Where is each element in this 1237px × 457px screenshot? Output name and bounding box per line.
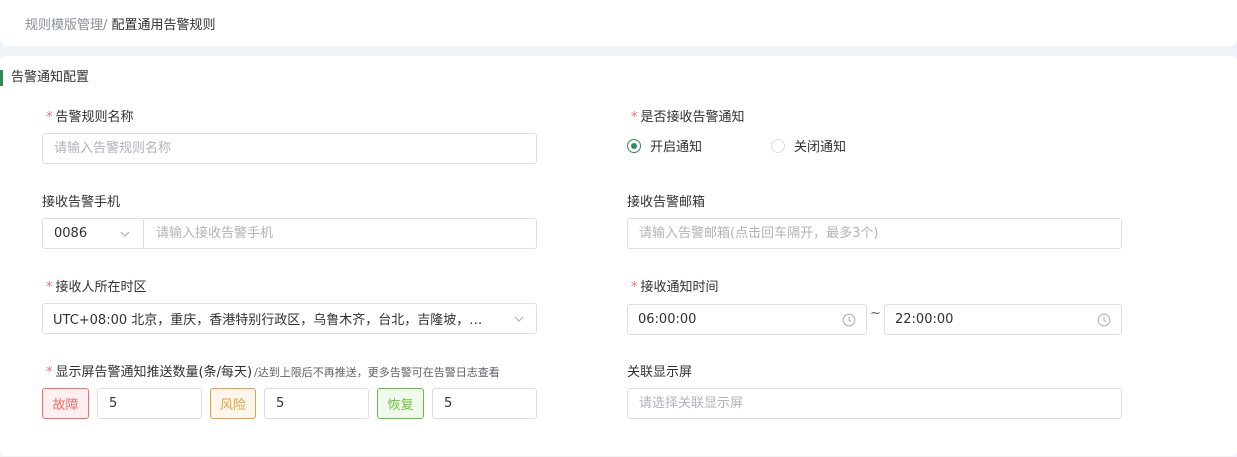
required-mark: * — [46, 365, 53, 380]
required-mark: * — [631, 280, 638, 295]
start-time-picker[interactable]: 06:00:00 — [627, 304, 867, 335]
top-bar: 规则模版管理/ 配置通用告警规则 — [0, 0, 1237, 46]
notify-enable-label: * 是否接收告警通知 — [631, 110, 745, 125]
rule-name-label: * 告警规则名称 — [46, 110, 134, 125]
notify-time-label: * 接收通知时间 — [631, 280, 719, 295]
email-label: 接收告警邮箱 — [627, 195, 706, 210]
email-input[interactable] — [627, 218, 1122, 249]
screen-select[interactable] — [627, 388, 1122, 419]
push-limit-label: * 显示屏告警通知推送数量(条/每天)/达到上限后不再推送，更多告警可在告警日志查… — [46, 365, 500, 380]
clock-icon — [1097, 313, 1111, 326]
recover-count-input[interactable] — [432, 388, 537, 419]
radio-notify-off[interactable]: 关闭通知 — [771, 136, 846, 155]
required-mark: * — [46, 280, 53, 295]
section-title: 告警通知配置 — [0, 70, 89, 86]
chevron-down-icon — [514, 316, 524, 322]
risk-count-input[interactable] — [264, 388, 369, 419]
radio-notify-on[interactable]: 开启通知 — [627, 136, 702, 155]
end-time-picker[interactable]: 22:00:00 — [884, 304, 1122, 335]
radio-unchecked-icon — [771, 138, 785, 153]
required-mark: * — [631, 110, 638, 125]
screen-label: 关联显示屏 — [627, 365, 693, 380]
timezone-label: * 接收人所在时区 — [46, 280, 147, 295]
radio-checked-icon — [627, 138, 641, 153]
required-mark: * — [46, 110, 53, 125]
recover-tag: 恢复 — [377, 388, 424, 419]
breadcrumb-current: 配置通用告警规则 — [107, 18, 216, 33]
rule-name-input[interactable] — [42, 133, 537, 164]
breadcrumb-parent-link[interactable]: 规则模版管理/ — [25, 18, 107, 33]
fault-tag: 故障 — [42, 388, 89, 419]
timezone-select[interactable]: UTC+08:00 北京，重庆，香港特别行政区，乌鲁木齐，台北，吉隆坡，… — [42, 303, 537, 334]
fault-count-input[interactable] — [97, 388, 202, 419]
breadcrumb: 规则模版管理/ 配置通用告警规则 — [25, 14, 216, 33]
risk-tag: 风险 — [210, 388, 256, 419]
chevron-down-icon — [120, 231, 130, 237]
country-code-select[interactable]: 0086 — [43, 219, 144, 248]
clock-icon — [842, 313, 856, 326]
time-range-separator: ~ — [870, 306, 881, 321]
phone-label: 接收告警手机 — [42, 195, 121, 210]
push-limit-hint: /达到上限后不再推送，更多告警可在告警日志查看 — [254, 366, 500, 379]
